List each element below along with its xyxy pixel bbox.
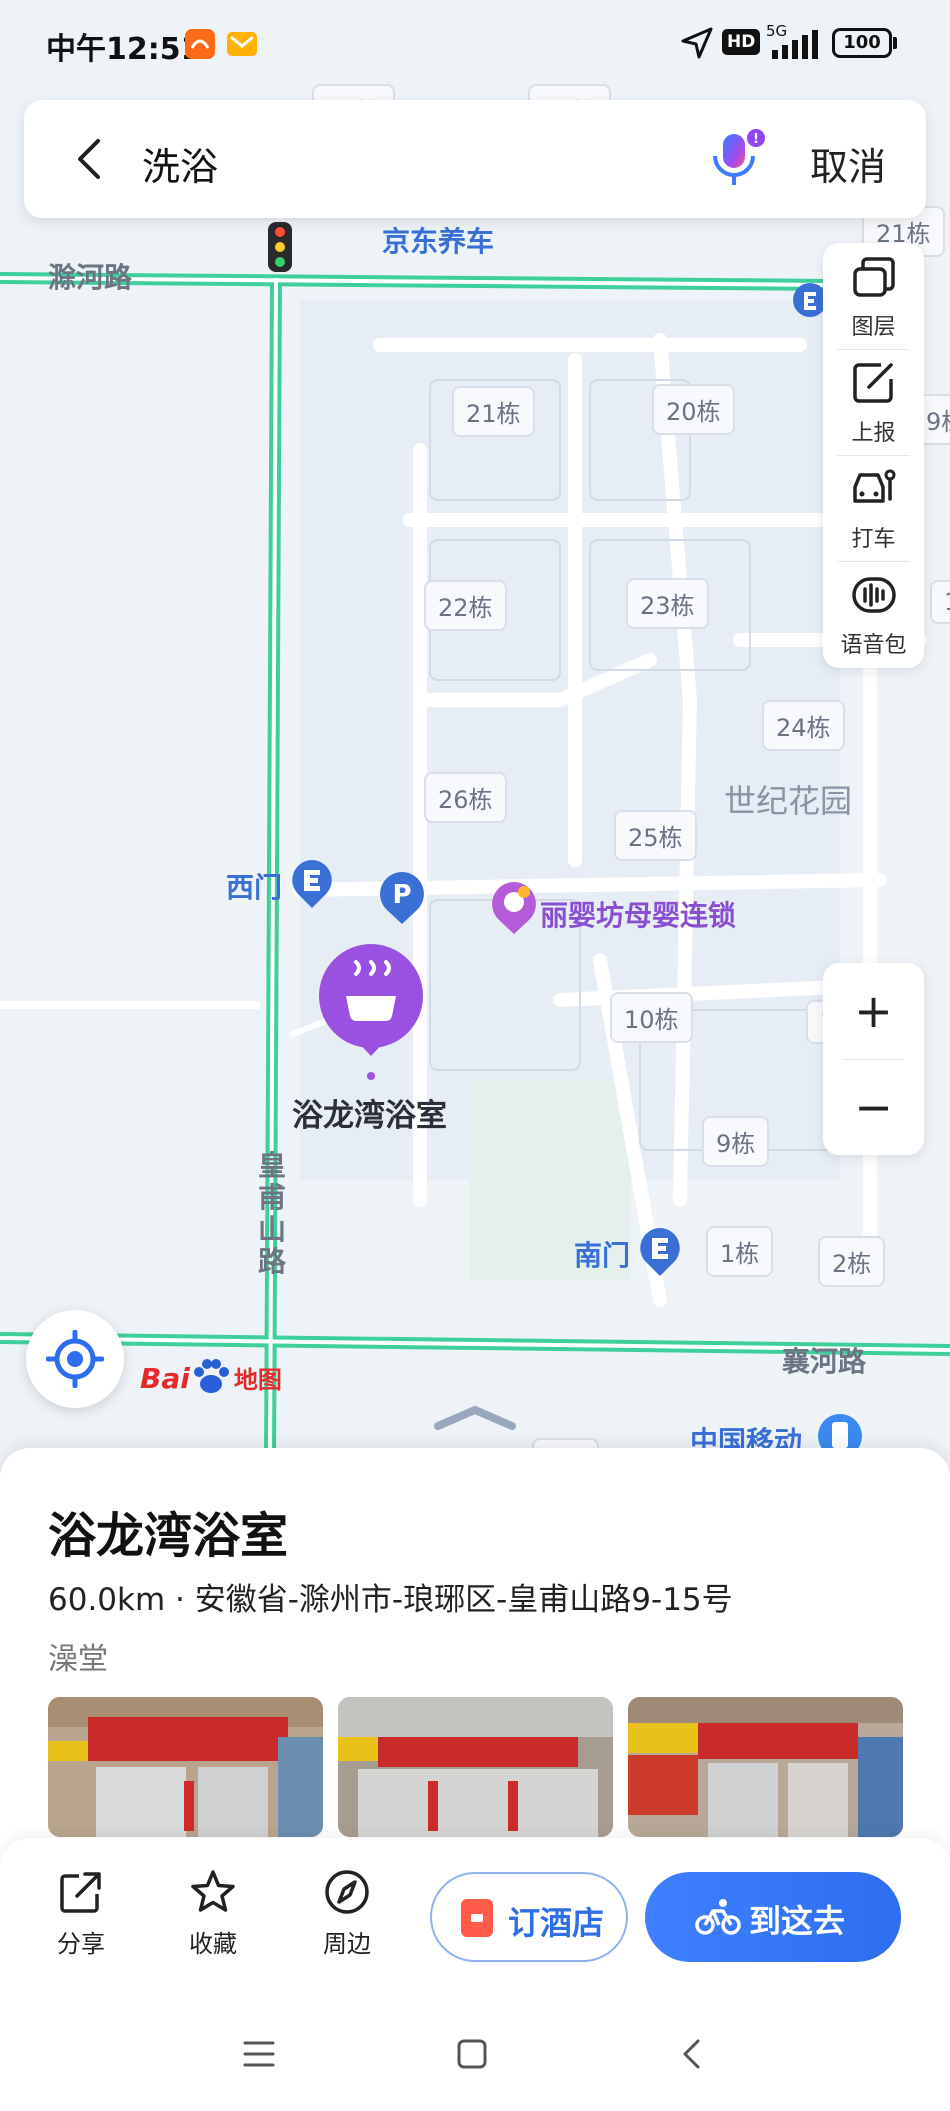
menu-icon[interactable] (243, 2040, 275, 2068)
building-tag: 20栋 (652, 384, 735, 435)
back-icon[interactable] (74, 137, 104, 181)
voice-pack-icon (852, 577, 896, 613)
place-category: 澡堂 (48, 1642, 108, 1677)
battery-icon: 100 (832, 28, 892, 58)
baidu-map-logo: Bai du地图 (140, 1356, 282, 1396)
search-bar[interactable]: 洗浴 ! 取消 (24, 100, 926, 218)
nearby-button[interactable]: 周边 (292, 1868, 402, 1959)
place-photo[interactable] (338, 1697, 613, 1837)
building-tag: 22栋 (424, 580, 507, 631)
location-arrow-icon (681, 27, 713, 59)
signal-icon (772, 30, 818, 59)
mail-icon (227, 32, 257, 56)
layers-label: 图层 (851, 315, 896, 340)
voice-pack-button[interactable]: 语音包 (823, 561, 924, 667)
poi-baby-store-label[interactable]: 丽婴坊母婴连锁 (540, 894, 736, 934)
favorite-button[interactable]: 收藏 (158, 1868, 268, 1959)
poi-west-gate-label[interactable]: 西门 (226, 866, 282, 906)
taxi-icon (853, 469, 896, 503)
go-here-button[interactable]: 到这去 (645, 1872, 901, 1962)
status-bar: 中午12:51 HD 5G 100 (0, 0, 950, 88)
selected-poi-label[interactable]: 浴龙湾浴室 (292, 1090, 447, 1135)
poi-jd-label[interactable]: 京东养车 (382, 220, 494, 260)
building-tag: 10栋 (610, 992, 693, 1043)
app-notification-icon (185, 29, 215, 59)
svg-text:P: P (392, 880, 411, 910)
battery-level: 100 (843, 32, 881, 53)
logo-bai: Bai (140, 1362, 190, 1395)
layers-icon (853, 257, 895, 297)
zoom-out-button[interactable]: − (823, 1059, 924, 1155)
building-tag: 24栋 (762, 700, 845, 751)
building-tag: 23栋 (626, 578, 709, 629)
gate-marker-icon[interactable] (290, 858, 334, 910)
report-label: 上报 (851, 421, 896, 446)
zoom-control: + − (823, 963, 924, 1155)
go-here-label: 到这去 (749, 1902, 846, 1940)
baby-store-marker-icon[interactable] (490, 880, 538, 936)
building-tag: 1栋 (706, 1226, 774, 1277)
share-button[interactable]: 分享 (26, 1868, 136, 1959)
storefront-photo-image (628, 1697, 903, 1837)
svg-text:!: ! (753, 132, 759, 147)
logo-ditu: 地图 (233, 1366, 282, 1394)
search-query[interactable]: 洗浴 (142, 136, 218, 191)
place-address: 60.0km · 安徽省-滁州市-琅琊区-皇甫山路9-15号 (48, 1582, 733, 1618)
zoom-in-icon: + (854, 984, 893, 1038)
community-label: 世纪花园 (724, 782, 853, 820)
share-icon (60, 1872, 101, 1913)
back-nav-icon[interactable] (680, 2038, 702, 2070)
hotel-icon (461, 1899, 493, 1937)
voice-pack-label: 语音包 (840, 633, 907, 658)
home-icon[interactable] (457, 2039, 487, 2069)
zoom-out-icon: − (854, 1080, 893, 1134)
building-tag: 1 (930, 580, 950, 624)
star-icon (191, 1870, 235, 1912)
building-tag: 25栋 (614, 810, 697, 861)
voice-mic-icon[interactable]: ! (706, 128, 768, 192)
report-button[interactable]: 上报 (823, 349, 924, 455)
share-label: 分享 (57, 1930, 105, 1958)
favorite-label: 收藏 (189, 1930, 237, 1958)
taxi-button[interactable]: 打车 (823, 455, 924, 561)
building-tag: 26栋 (424, 772, 507, 823)
zoom-in-button[interactable]: + (823, 963, 924, 1059)
locate-icon (46, 1330, 104, 1388)
gate-marker-icon[interactable] (638, 1226, 682, 1278)
layers-button[interactable]: 图层 (823, 243, 924, 349)
map-view[interactable]: 滁河路 襄河路 皇甫山路 12栋 11栋 21栋 21栋 20栋 9栋 22栋 … (0, 0, 950, 1460)
taxi-label: 打车 (851, 527, 896, 552)
nearby-label: 周边 (323, 1930, 371, 1958)
report-icon (853, 363, 893, 403)
building-tag: 21栋 (452, 386, 535, 437)
book-hotel-label: 订酒店 (508, 1904, 605, 1942)
road-label: 襄河路 (782, 1345, 867, 1378)
bathhouse-marker-icon[interactable] (316, 944, 426, 1084)
poi-south-gate-label[interactable]: 南门 (574, 1234, 630, 1274)
hd-badge: HD (722, 29, 761, 55)
compass-icon (325, 1870, 369, 1914)
building-tag: 2栋 (818, 1236, 886, 1287)
paw-icon (193, 1359, 229, 1393)
bike-icon (695, 1899, 741, 1935)
storefront-photo-image (48, 1697, 323, 1837)
place-photo[interactable] (48, 1697, 323, 1837)
map-tools-panel: 图层 上报 打车 语音包 (823, 243, 924, 668)
parking-icon[interactable]: P (378, 870, 426, 926)
storefront-photo-image (338, 1697, 613, 1837)
action-bar: 分享 收藏 周边 订酒店 到这去 (0, 1838, 950, 1998)
road-label-vertical: 皇甫山路 (258, 1149, 287, 1278)
cancel-button[interactable]: 取消 (810, 136, 886, 191)
place-name: 浴龙湾浴室 (48, 1508, 289, 1564)
place-photo[interactable] (628, 1697, 903, 1837)
status-time: 中午12:51 (46, 32, 202, 67)
battery-tip (893, 37, 897, 49)
system-nav-bar (0, 1998, 950, 2111)
locate-button[interactable] (26, 1310, 124, 1408)
book-hotel-button[interactable]: 订酒店 (430, 1872, 628, 1962)
road-label: 滁河路 (48, 261, 133, 294)
building-tag: 9栋 (702, 1116, 770, 1167)
